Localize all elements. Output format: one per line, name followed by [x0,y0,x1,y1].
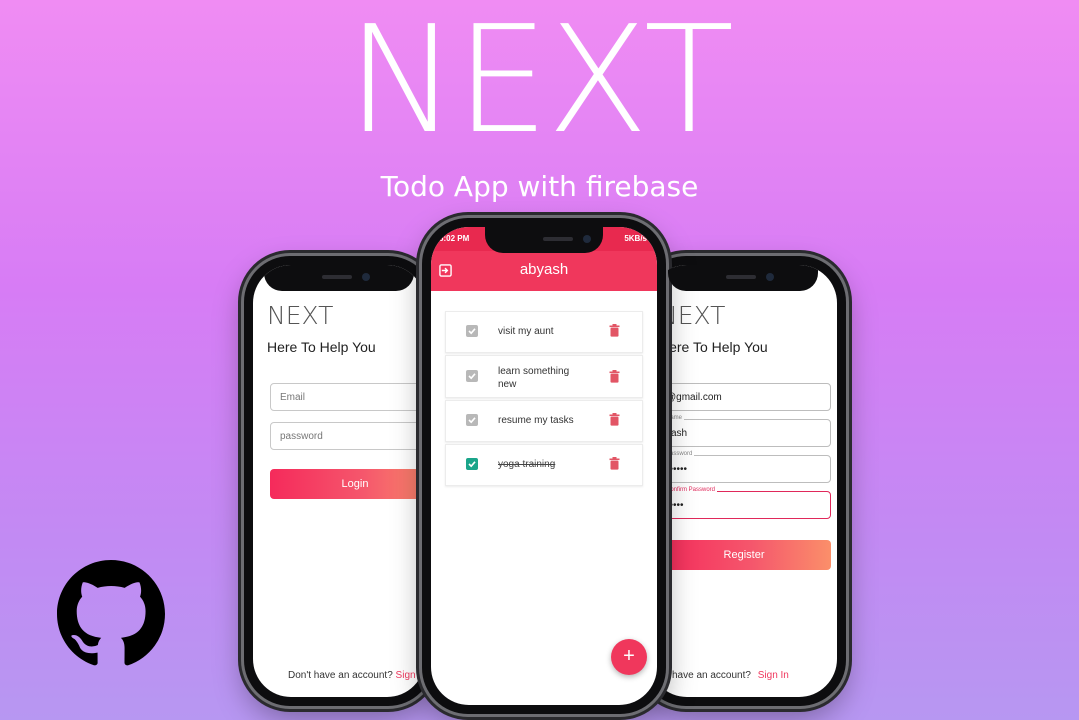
check-icon [468,417,476,424]
register-name-field[interactable]: Name yash [657,414,831,447]
trash-icon[interactable] [609,324,620,337]
name-field-label: Name [664,414,685,422]
password-field-label: Password [664,450,695,458]
register-password-field[interactable]: Password •••••• [657,450,831,483]
register-brand: NEXT [659,301,726,330]
todo-screen: 6:02 PM 5KB/s abyash visit my aunt learn… [431,227,657,705]
checkbox[interactable] [466,414,478,426]
phone-notch [485,227,603,253]
todo-text: learn something new [498,366,570,390]
check-icon [468,328,476,335]
add-todo-button[interactable]: + [611,639,647,675]
trash-icon[interactable] [609,457,620,470]
status-network: 5KB/s [624,234,647,243]
register-tagline: Here To Help You [659,339,768,355]
todo-text: yoga training [498,459,556,470]
check-icon [468,373,476,380]
register-button[interactable]: Register [657,540,831,570]
login-screen: NEXT Here To Help You Email password Log… [253,265,425,697]
trash-icon[interactable] [609,413,620,426]
todo-item[interactable]: yoga training [445,444,643,486]
confirm-password-value: ••••• [666,500,684,511]
phone-login: NEXT Here To Help You Email password Log… [244,256,434,706]
app-bar: abyash [431,251,657,291]
phone-register: NEXT Here To Help You @gmail.com Name ya… [640,256,846,706]
register-password-value: •••••• [666,464,688,475]
todo-list: visit my aunt learn something new resume… [445,311,643,488]
register-email-field[interactable]: @gmail.com [657,383,831,411]
check-icon [468,461,476,468]
signin-prompt-text: have an account? [672,670,751,681]
todo-text: resume my tasks [498,415,574,426]
register-email-value: @gmail.com [666,392,722,403]
confirm-password-label: Confirm Password [664,486,718,494]
checkbox[interactable] [466,325,478,337]
todo-item[interactable]: visit my aunt [445,311,643,353]
login-button[interactable]: Login [270,469,425,499]
hero-title: NEXT [346,0,734,166]
plus-icon: + [623,645,635,667]
password-field[interactable]: password [270,422,425,450]
username-title: abyash [519,261,569,278]
checkbox-checked[interactable] [466,458,478,470]
todo-item[interactable]: resume my tasks [445,400,643,442]
todo-text: visit my aunt [498,326,554,337]
signup-prompt: Don't have an account? Sign Up [288,670,425,681]
confirm-password-field[interactable]: Confirm Password ••••• [657,486,831,519]
phone-notch [668,265,818,291]
signup-link[interactable]: Sign Up [396,670,425,681]
phone-notch [264,265,414,291]
signin-prompt: have an account? Sign In [672,670,789,681]
todo-item[interactable]: learn something new [445,355,643,398]
checkbox[interactable] [466,370,478,382]
hero-subtitle: Todo App with firebase [380,170,699,203]
register-screen: NEXT Here To Help You @gmail.com Name ya… [649,265,837,697]
phone-todo: 6:02 PM 5KB/s abyash visit my aunt learn… [422,218,666,714]
signup-prompt-text: Don't have an account? [288,670,393,681]
register-name-value: yash [666,428,688,439]
login-brand: NEXT [267,301,334,330]
login-tagline: Here To Help You [267,339,376,355]
status-time: 6:02 PM [439,234,470,243]
signin-link[interactable]: Sign In [758,670,789,681]
github-icon[interactable] [57,560,165,668]
trash-icon[interactable] [609,370,620,383]
email-field[interactable]: Email [270,383,425,411]
